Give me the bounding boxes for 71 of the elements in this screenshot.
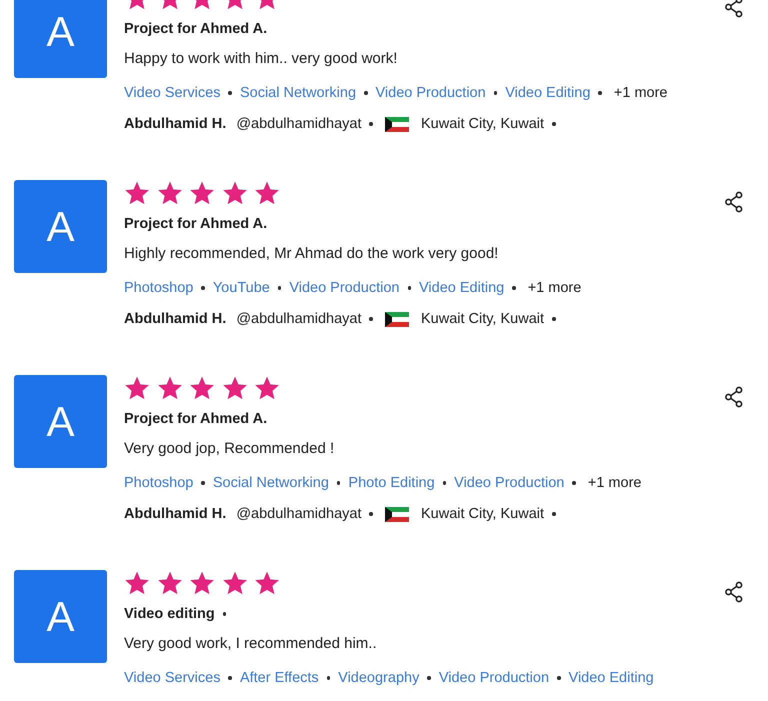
skill-link[interactable]: Photoshop bbox=[124, 475, 194, 491]
skill-link[interactable]: Video Services bbox=[124, 85, 220, 101]
separator-dot bbox=[552, 317, 556, 321]
separator-dot bbox=[442, 481, 446, 485]
flag-icon bbox=[384, 116, 409, 132]
skill-link[interactable]: Video Editing bbox=[568, 670, 654, 686]
skill-link[interactable]: Photo Editing bbox=[348, 475, 435, 491]
skill-link[interactable]: Video Production bbox=[289, 280, 400, 296]
author-location: Kuwait City, Kuwait bbox=[420, 116, 544, 132]
separator-dot bbox=[228, 676, 232, 680]
author-name: Abdulhamid H. bbox=[124, 116, 226, 132]
avatar: A bbox=[14, 0, 107, 78]
share-icon[interactable] bbox=[724, 191, 744, 213]
separator-dot bbox=[222, 612, 226, 616]
more-link[interactable]: +1 more bbox=[528, 280, 582, 296]
skill-link[interactable]: Video Editing bbox=[505, 85, 590, 101]
review-text: Very good jop, Recommended ! bbox=[124, 440, 336, 459]
flag-icon bbox=[384, 506, 409, 522]
separator-dot bbox=[369, 317, 373, 321]
skill-link[interactable]: Photoshop bbox=[124, 280, 194, 296]
more-link[interactable]: +1 more bbox=[614, 85, 668, 101]
skill-link[interactable]: Video Editing bbox=[419, 280, 504, 296]
separator-dot bbox=[427, 676, 431, 680]
skill-link[interactable]: Video Production bbox=[376, 85, 486, 101]
share-icon[interactable] bbox=[724, 581, 744, 603]
author-handle: @abdulhamidhayat bbox=[236, 311, 362, 327]
avatar: A bbox=[14, 570, 107, 663]
separator-dot bbox=[336, 481, 340, 485]
share-icon[interactable] bbox=[724, 386, 744, 408]
project-title: Video editing bbox=[124, 606, 215, 622]
separator-dot bbox=[494, 91, 498, 95]
separator-dot bbox=[552, 512, 556, 516]
separator-dot bbox=[557, 676, 561, 680]
review-text: Very good work, I recommended him.. bbox=[124, 635, 378, 654]
review-text: Highly recommended, Mr Ahmad do the work very good! bbox=[124, 245, 500, 264]
flag-icon bbox=[384, 312, 409, 326]
separator-dot bbox=[512, 286, 516, 290]
separator-dot bbox=[552, 122, 556, 126]
skill-link[interactable]: Video Production bbox=[438, 670, 550, 686]
separator-dot bbox=[572, 481, 576, 485]
project-title: Project for Ahmed A. bbox=[124, 411, 268, 427]
author-name: Abdulhamid H. bbox=[124, 311, 226, 327]
separator-dot bbox=[408, 286, 412, 290]
review-text: Happy to work with him.. very good work! bbox=[124, 50, 398, 69]
author-handle: @abdulhamidhayat bbox=[236, 506, 362, 522]
separator-dot bbox=[326, 676, 330, 680]
separator-dot bbox=[278, 286, 282, 290]
skill-link[interactable]: YouTube bbox=[212, 280, 270, 296]
skill-link[interactable]: Videography bbox=[338, 670, 420, 686]
avatar: A bbox=[14, 180, 107, 273]
author-location: Kuwait City, Kuwait bbox=[420, 311, 544, 327]
separator-dot bbox=[228, 91, 232, 95]
separator-dot bbox=[364, 91, 368, 95]
project-title: Project for Ahmed A. bbox=[124, 21, 268, 37]
separator-dot bbox=[369, 122, 373, 126]
share-icon[interactable] bbox=[724, 0, 744, 18]
skill-link[interactable]: Video Production bbox=[454, 475, 564, 491]
separator-dot bbox=[201, 481, 205, 485]
skill-link[interactable]: Social Networking bbox=[240, 85, 356, 101]
skill-link[interactable]: After Effects bbox=[240, 670, 319, 686]
avatar: A bbox=[14, 375, 107, 468]
author-location: Kuwait City, Kuwait bbox=[420, 506, 544, 522]
project-title: Project for Ahmed A. bbox=[124, 216, 268, 232]
separator-dot bbox=[369, 512, 373, 516]
skill-link[interactable]: Video Services bbox=[124, 670, 220, 686]
author-name: Abdulhamid H. bbox=[124, 506, 226, 522]
more-link[interactable]: +1 more bbox=[588, 475, 642, 491]
separator-dot bbox=[201, 286, 205, 290]
author-handle: @abdulhamidhayat bbox=[236, 116, 362, 132]
separator-dot bbox=[598, 91, 602, 95]
skill-link[interactable]: Social Networking bbox=[212, 475, 329, 491]
